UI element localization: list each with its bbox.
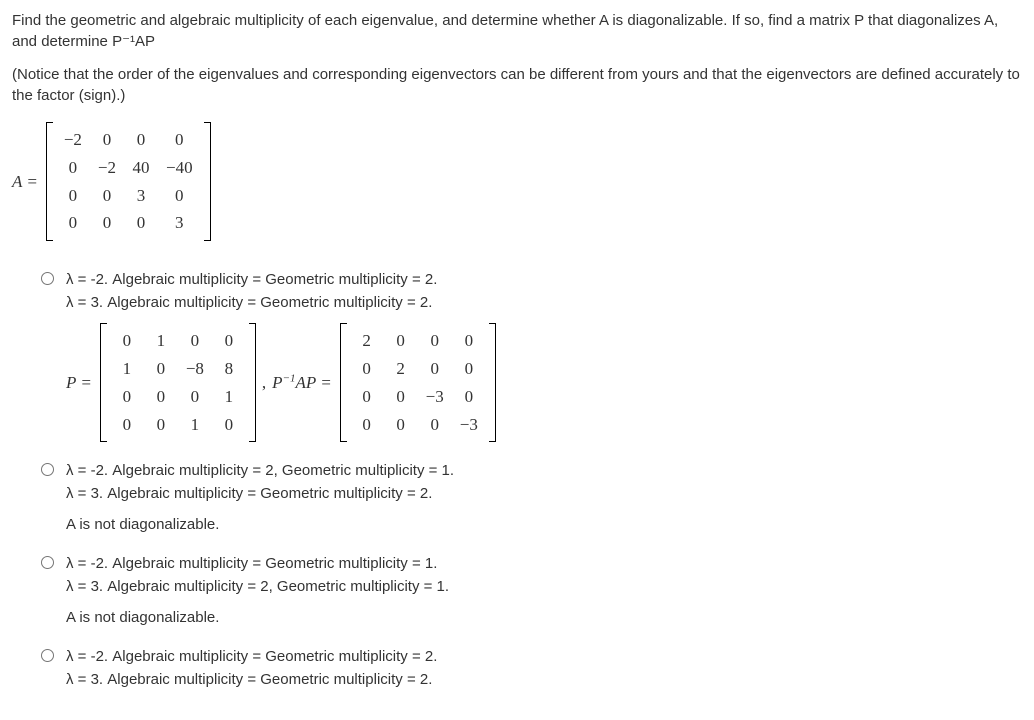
question-text-2: (Notice that the order of the eigenvalue… — [12, 64, 1022, 106]
option-4-content: λ = -2. Algebraic multiplicity = Geometr… — [66, 646, 1022, 692]
option-4-line1: λ = -2. Algebraic multiplicity = Geometr… — [66, 646, 1022, 667]
option-3-line1: λ = -2. Algebraic multiplicity = Geometr… — [66, 553, 1022, 574]
option-3-notdiag: A is not diagonalizable. — [66, 607, 1022, 628]
option-4-radio[interactable] — [41, 649, 54, 662]
option-1-line1: λ = -2. Algebraic multiplicity = Geometr… — [66, 269, 1022, 290]
option-3-content: λ = -2. Algebraic multiplicity = Geometr… — [66, 553, 1022, 628]
matrix-PAP: 2000 0200 00−30 000−3 — [340, 323, 496, 442]
option-1-line2: λ = 3. Algebraic multiplicity = Geometri… — [66, 292, 1022, 313]
matrix-A: −2000 0−240−40 0030 0003 — [46, 122, 211, 241]
option-4-line2: λ = 3. Algebraic multiplicity = Geometri… — [66, 669, 1022, 690]
option-1-matrices: P = 0100 10−88 0001 0010 , P−1AP = 2000 … — [66, 323, 1022, 442]
option-2-line1: λ = -2. Algebraic multiplicity = 2, Geom… — [66, 460, 1022, 481]
option-2-notdiag: A is not diagonalizable. — [66, 514, 1022, 535]
option-1: λ = -2. Algebraic multiplicity = Geometr… — [36, 269, 1022, 442]
matrix-A-block: A = −2000 0−240−40 0030 0003 — [12, 122, 211, 241]
matrix-P-label: P = — [66, 371, 92, 395]
matrix-PAP-label: P−1AP = — [272, 371, 332, 395]
option-2-line2: λ = 3. Algebraic multiplicity = Geometri… — [66, 483, 1022, 504]
option-1-content: λ = -2. Algebraic multiplicity = Geometr… — [66, 269, 1022, 442]
matrix-P: 0100 10−88 0001 0010 — [100, 323, 256, 442]
option-3: λ = -2. Algebraic multiplicity = Geometr… — [36, 553, 1022, 628]
option-3-line2: λ = 3. Algebraic multiplicity = 2, Geome… — [66, 576, 1022, 597]
question-text-1: Find the geometric and algebraic multipl… — [12, 10, 1022, 52]
option-4: λ = -2. Algebraic multiplicity = Geometr… — [36, 646, 1022, 692]
option-2-content: λ = -2. Algebraic multiplicity = 2, Geom… — [66, 460, 1022, 535]
option-1-radio[interactable] — [41, 272, 54, 285]
matrix-A-label: A = — [12, 170, 38, 194]
option-2-radio[interactable] — [41, 463, 54, 476]
comma-sep: , — [262, 371, 266, 395]
option-2: λ = -2. Algebraic multiplicity = 2, Geom… — [36, 460, 1022, 535]
option-3-radio[interactable] — [41, 556, 54, 569]
